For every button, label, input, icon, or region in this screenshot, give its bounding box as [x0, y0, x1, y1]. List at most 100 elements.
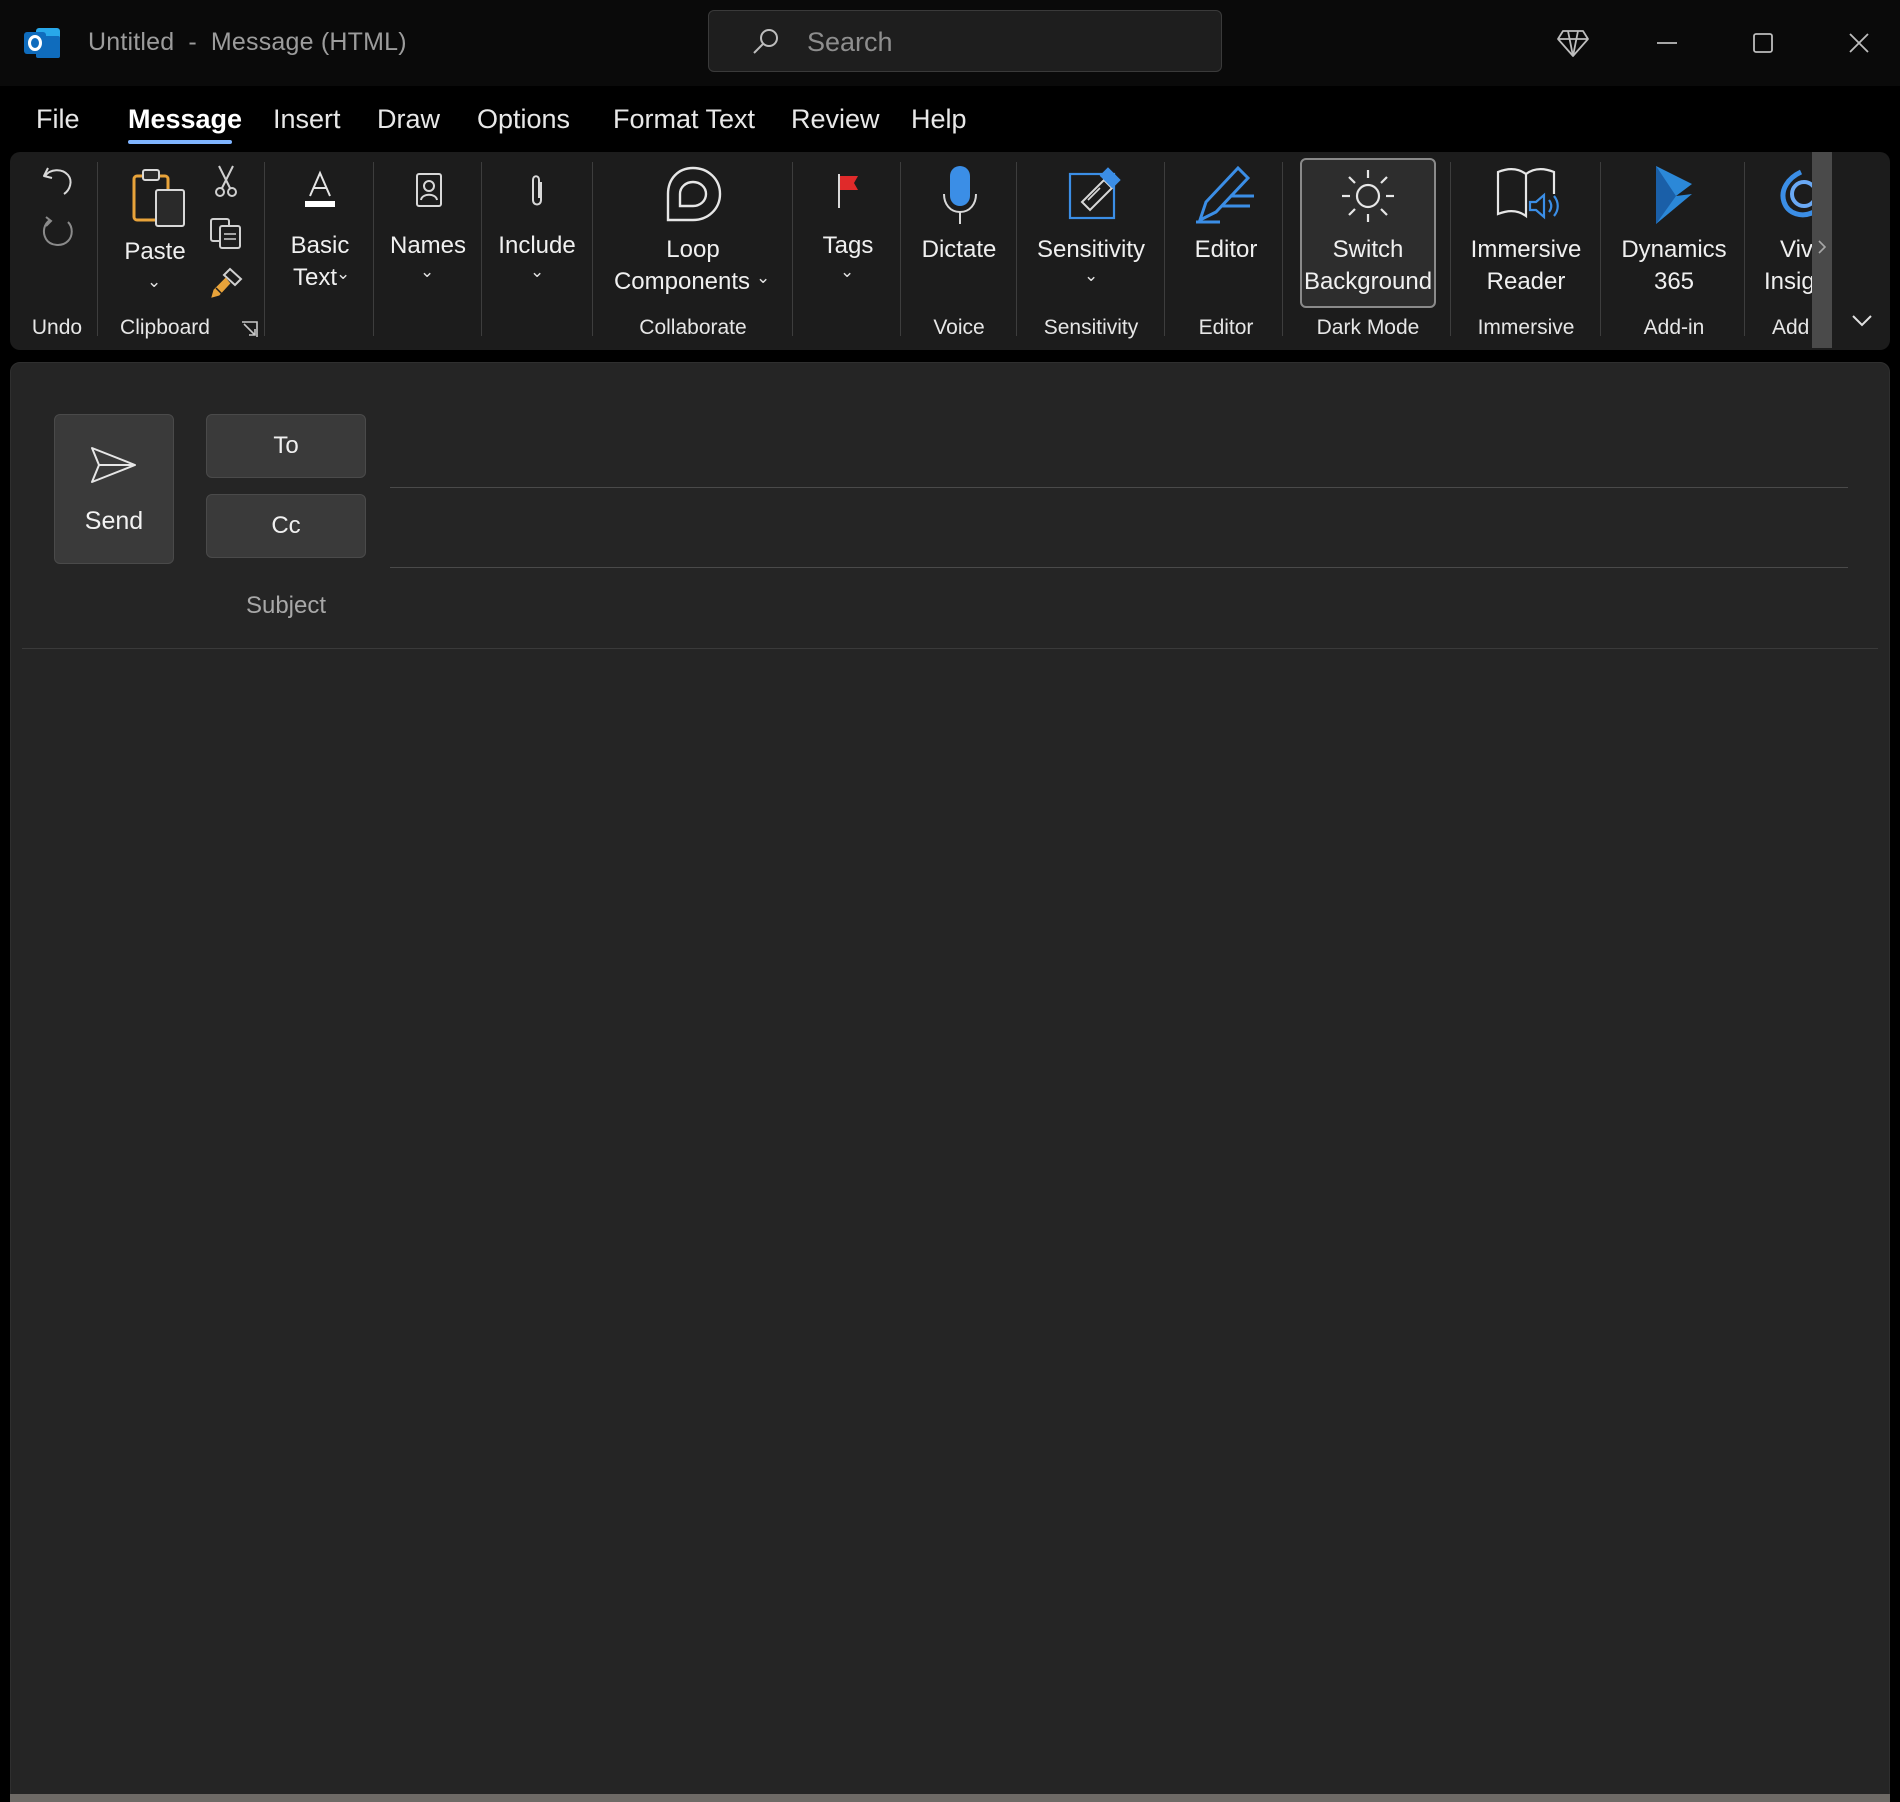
to-field[interactable]: [390, 430, 1848, 488]
close-button[interactable]: [1834, 18, 1884, 68]
cc-field[interactable]: [390, 510, 1848, 568]
group-separator: [97, 162, 98, 336]
group-separator: [792, 162, 793, 336]
tags-chevron-down-icon: ⌄: [840, 262, 855, 281]
group-separator: [1282, 162, 1283, 336]
ribbon-collapse-chevron-down-icon[interactable]: [1850, 312, 1874, 330]
tab-help[interactable]: Help: [911, 104, 967, 135]
redo-icon[interactable]: [40, 214, 76, 250]
loop-icon: [666, 166, 722, 222]
undo-icon[interactable]: [40, 164, 76, 198]
address-book-icon: [416, 173, 442, 207]
basic-text-chevron-down-icon: ⌄: [336, 264, 351, 283]
group-label-clipboard: Clipboard: [120, 316, 210, 339]
cc-button[interactable]: Cc: [206, 494, 366, 558]
close-icon: [1849, 33, 1869, 53]
font-color-icon: [305, 170, 335, 207]
message-body[interactable]: [22, 652, 1878, 1792]
title-bar: Untitled - Message (HTML): [0, 0, 1900, 86]
document-name: Untitled: [88, 28, 175, 56]
subject-label: Subject: [245, 592, 327, 619]
tab-file[interactable]: File: [36, 104, 80, 135]
paste-label: Paste: [124, 238, 186, 265]
minimize-button[interactable]: [1642, 18, 1692, 68]
tab-options[interactable]: Options: [477, 104, 570, 135]
ribbon-scroll-strip[interactable]: [1812, 152, 1832, 348]
maximize-button[interactable]: [1738, 18, 1788, 68]
search-icon: [753, 29, 778, 54]
send-label: Send: [84, 507, 144, 535]
header-body-divider: [22, 648, 1878, 649]
names-label: Names: [389, 232, 467, 259]
maximize-icon: [1753, 33, 1773, 53]
clipboard-dialog-launcher-icon[interactable]: [240, 320, 260, 340]
send-button[interactable]: Send: [54, 414, 174, 564]
window-title: Untitled - Message (HTML): [88, 28, 407, 57]
search-box[interactable]: [708, 10, 1222, 72]
tab-review[interactable]: Review: [791, 104, 880, 135]
tab-message[interactable]: Message: [128, 104, 242, 135]
paste-chevron-down-icon: ⌄: [147, 272, 162, 291]
viva-label-line2: Insights: [1764, 268, 1812, 295]
group-separator: [1164, 162, 1165, 336]
subject-field[interactable]: [390, 578, 1848, 636]
group-separator: [592, 162, 593, 336]
dynamics-365-icon: [1656, 166, 1692, 224]
to-button[interactable]: To: [206, 414, 366, 478]
format-painter-icon[interactable]: [208, 266, 244, 300]
viva-insights-button[interactable]: Viva Insights Add: [1720, 152, 1812, 350]
flag-icon: [838, 174, 858, 208]
send-icon: [91, 447, 136, 483]
tab-insert[interactable]: Insert: [273, 104, 341, 135]
group-separator: [1450, 162, 1451, 336]
group-separator: [1600, 162, 1601, 336]
document-type: Message (HTML): [210, 28, 407, 56]
group-separator: [900, 162, 901, 336]
group-separator: [264, 162, 265, 336]
ribbon-tabs: File Message Insert Draw Options Format …: [0, 96, 1900, 148]
chevron-right-icon: [1818, 240, 1827, 254]
basic-text-label-line1: Basic: [290, 232, 350, 259]
immersive-reader-label-line1: Immersive: [1470, 236, 1582, 263]
group-label-sensitivity: Sensitivity: [1043, 316, 1139, 339]
tab-format-text[interactable]: Format Text: [613, 104, 755, 135]
include-chevron-down-icon: ⌄: [530, 262, 545, 281]
group-label-editor: Editor: [1198, 316, 1254, 339]
group-label-undo: Undo: [31, 316, 83, 339]
switch-background-label-line1: Switch: [1332, 236, 1404, 263]
dynamics-label-line2: 365: [1653, 268, 1695, 295]
title-separator: -: [188, 28, 197, 56]
active-tab-indicator: [128, 140, 232, 144]
immersive-reader-icon: [1496, 168, 1559, 220]
group-label-collaborate: Collaborate: [639, 316, 747, 339]
switch-background-label-line2: Background: [1303, 268, 1433, 295]
desktop-background-strip: [10, 1794, 1890, 1802]
diamond-icon: [1557, 30, 1589, 57]
group-label-dark-mode: Dark Mode: [1316, 316, 1420, 339]
sensitivity-label-icon: [1068, 167, 1121, 220]
group-label-add-in: Add-in: [1643, 316, 1705, 339]
copy-icon[interactable]: [208, 216, 244, 250]
tab-draw[interactable]: Draw: [377, 104, 440, 135]
premium-diamond-button[interactable]: [1548, 18, 1598, 68]
group-separator: [373, 162, 374, 336]
sensitivity-button-label: Sensitivity: [1036, 236, 1146, 263]
attach-paperclip-icon: [532, 175, 542, 206]
sun-icon: [1342, 170, 1394, 222]
tags-label: Tags: [822, 232, 874, 259]
editor-button-label: Editor: [1194, 236, 1258, 263]
viva-insights-icon: [1780, 169, 1812, 218]
sensitivity-chevron-down-icon: ⌄: [1084, 266, 1099, 285]
loop-label-line2: Components: [613, 268, 751, 295]
microphone-icon: [943, 166, 977, 224]
search-input[interactable]: [805, 19, 1199, 65]
names-chevron-down-icon: ⌄: [420, 262, 435, 281]
loop-chevron-down-icon: ⌄: [756, 268, 771, 287]
group-label-add-in-2: Add: [1772, 316, 1810, 339]
dictate-label: Dictate: [921, 236, 997, 263]
group-separator: [481, 162, 482, 336]
dynamics-label-line1: Dynamics: [1621, 236, 1727, 263]
cut-icon[interactable]: [210, 164, 242, 198]
include-label: Include: [498, 232, 576, 259]
group-label-voice: Voice: [933, 316, 985, 339]
